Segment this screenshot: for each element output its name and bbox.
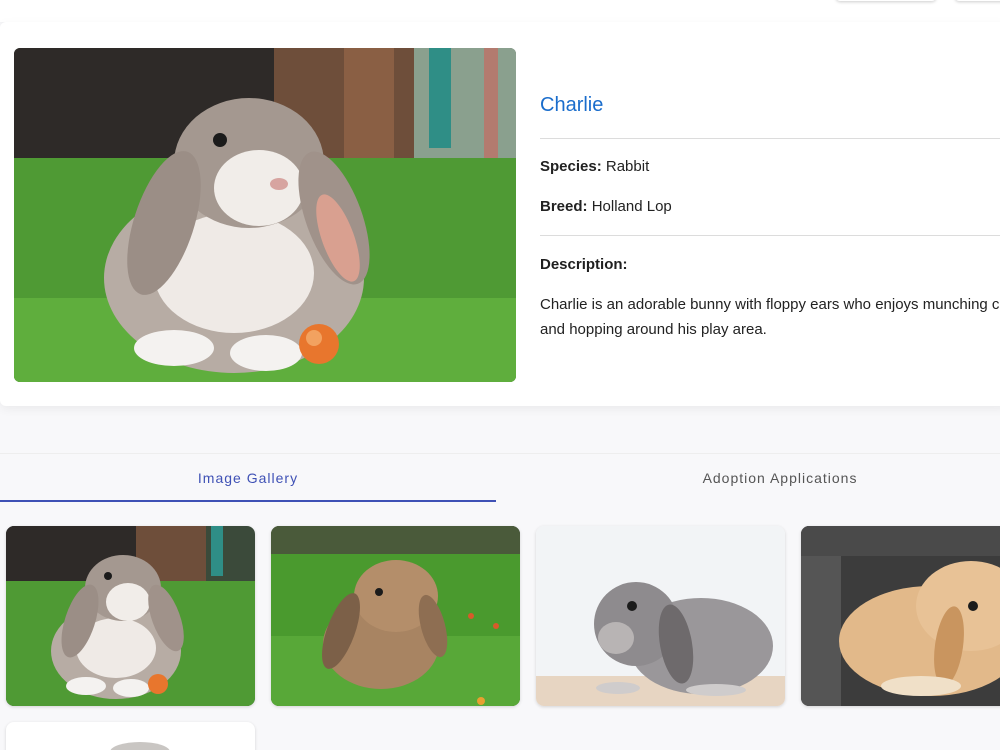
species-label: Species: xyxy=(540,158,602,175)
description-label: Description: xyxy=(540,256,628,273)
breed-value: Holland Lop xyxy=(591,198,672,215)
breed-row: Breed: Holland Lop xyxy=(540,198,672,215)
tab-label: Image Gallery xyxy=(197,470,299,486)
breed-label: Breed: xyxy=(540,198,588,215)
gallery-image[interactable] xyxy=(801,526,1000,706)
divider xyxy=(540,138,1000,139)
header-button-1[interactable] xyxy=(836,0,936,1)
species-value: Rabbit xyxy=(605,158,650,175)
gallery-image[interactable] xyxy=(6,526,255,706)
image-placeholder xyxy=(110,742,170,750)
pet-name: Charlie xyxy=(540,94,604,116)
gallery-image[interactable] xyxy=(271,526,520,706)
header-button-2[interactable] xyxy=(955,0,1000,1)
species-row: Species: Rabbit xyxy=(540,158,649,175)
tab-bar: Image Gallery Adoption Applications xyxy=(0,453,1000,502)
divider xyxy=(540,235,1000,236)
tab-label: Adoption Applications xyxy=(702,470,858,486)
top-bar xyxy=(0,0,1000,22)
tab-image-gallery[interactable]: Image Gallery xyxy=(0,454,496,502)
gallery-image[interactable] xyxy=(536,526,785,706)
gallery-image[interactable] xyxy=(6,722,255,750)
tab-adoption-applications[interactable]: Adoption Applications xyxy=(530,454,1000,502)
description-text: Charlie is an adorable bunny with floppy… xyxy=(540,296,1000,338)
active-tab-indicator xyxy=(0,500,496,502)
pet-main-photo xyxy=(14,48,516,382)
pet-detail-card: Charlie Species: Rabbit Breed: Holland L… xyxy=(0,22,1000,406)
